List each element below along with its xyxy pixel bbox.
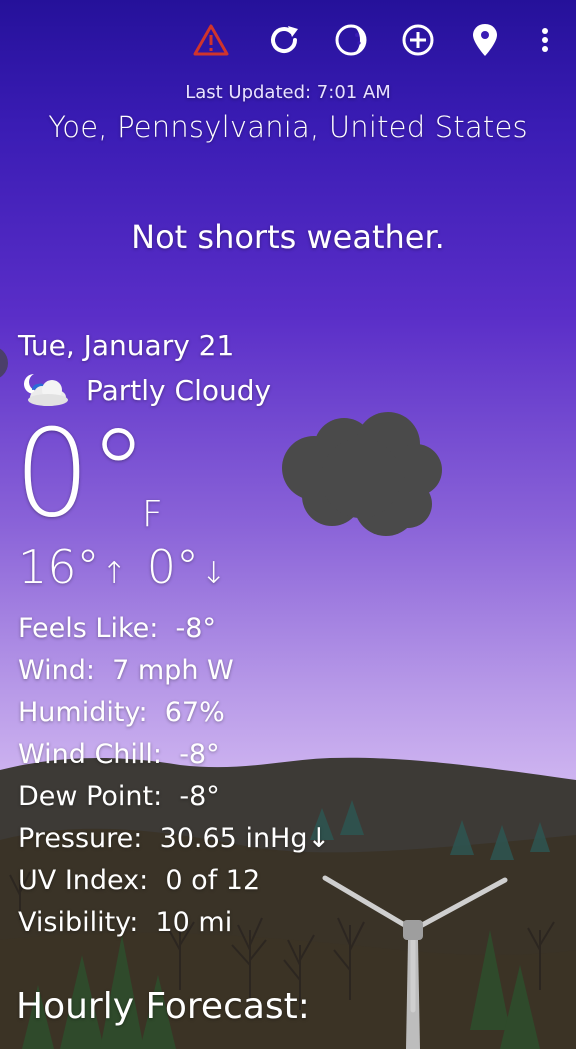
last-updated-text: Last Updated: 7:01 AM (185, 82, 391, 103)
detail-label: UV Index: (18, 865, 149, 896)
condition-label: Partly Cloudy (86, 373, 272, 407)
wind-chill-row: Wind Chill: -8° (18, 734, 330, 776)
high-low-row: 16° ↑ 0° ↓ (18, 540, 246, 594)
detail-label: Wind Chill: (18, 739, 163, 770)
refresh-icon[interactable] (264, 20, 304, 60)
detail-value: 30.65 inHg↓ (159, 823, 331, 854)
low-temperature: 0° (146, 540, 199, 594)
detail-value: 0 of 12 (165, 865, 261, 896)
uv-index-row: UV Index: 0 of 12 (18, 860, 330, 902)
toolbar (0, 20, 576, 60)
add-location-icon[interactable] (398, 20, 438, 60)
alert-icon[interactable] (191, 20, 231, 60)
condition-row: Partly Cloudy (18, 370, 271, 410)
detail-value: 10 mi (155, 907, 233, 938)
weather-tagline: Not shorts weather. (131, 218, 445, 256)
low-arrow-icon: ↓ (200, 556, 227, 591)
detail-label: Dew Point: (18, 781, 163, 812)
hourly-forecast-heading: Hourly Forecast: (16, 986, 310, 1027)
location-pin-icon[interactable] (465, 20, 505, 60)
humidity-row: Humidity: 67% (18, 692, 330, 734)
partly-cloudy-night-icon (24, 374, 68, 406)
dew-point-row: Dew Point: -8° (18, 776, 330, 818)
weather-details-list: Feels Like: -8° Wind: 7 mph W Humidity: … (18, 608, 330, 944)
current-date: Tue, January 21 (18, 329, 235, 362)
location-name[interactable]: Yoe, Pennsylvania, United States (0, 110, 576, 144)
visibility-row: Visibility: 10 mi (18, 902, 330, 944)
cloud-illustration (282, 412, 442, 536)
pressure-row: Pressure: 30.65 inHg↓ (18, 818, 330, 860)
detail-value: 7 mph W (112, 655, 234, 686)
detail-label: Wind: (18, 655, 95, 686)
high-arrow-icon: ↑ (101, 556, 127, 591)
detail-label: Visibility: (18, 907, 139, 938)
moon-phase-icon[interactable] (331, 20, 371, 60)
wind-row: Wind: 7 mph W (18, 650, 330, 692)
feels-like-row: Feels Like: -8° (18, 608, 330, 650)
detail-label: Feels Like: (18, 613, 159, 644)
more-options-icon[interactable] (525, 20, 565, 60)
current-temperature: 0° (14, 405, 148, 544)
detail-label: Humidity: (18, 697, 148, 728)
detail-label: Pressure: (18, 823, 143, 854)
detail-value: -8° (179, 739, 220, 770)
detail-value: -8° (175, 613, 216, 644)
detail-value: 67% (164, 697, 225, 728)
temperature-unit[interactable]: F (142, 494, 163, 535)
detail-value: -8° (179, 781, 220, 812)
high-temperature: 16° (18, 540, 100, 594)
